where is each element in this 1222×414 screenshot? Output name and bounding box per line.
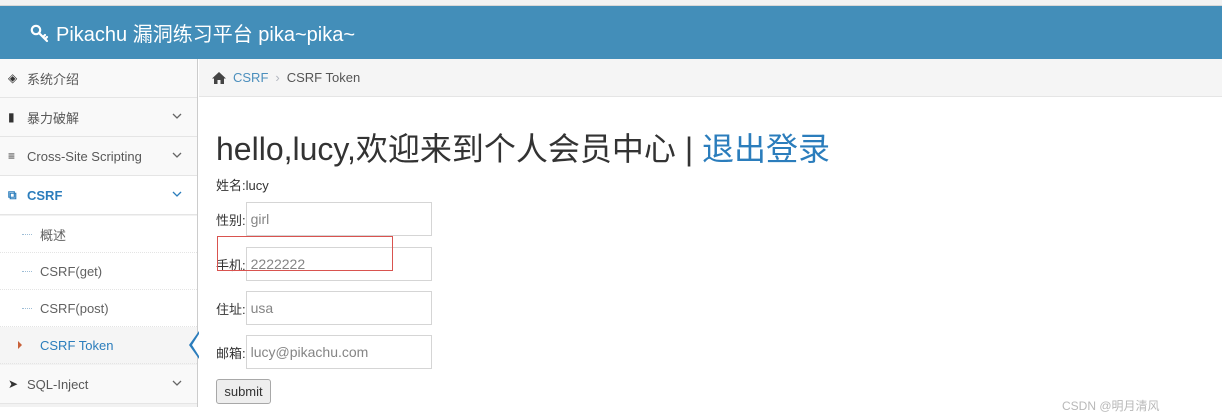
logout-link[interactable]: 退出登录 bbox=[702, 131, 830, 167]
sidebar-item-label: 暴力破解 bbox=[27, 110, 80, 126]
breadcrumb: CSRF › CSRF Token bbox=[199, 59, 1222, 97]
sidebar-item-label: SQL-Inject bbox=[27, 376, 89, 392]
chevron-down-icon bbox=[172, 113, 182, 119]
sidebar-subitem-csrf-get[interactable]: CSRF(get) bbox=[0, 253, 197, 290]
caret-right-icon bbox=[18, 341, 22, 349]
email-row: 邮箱: lucy@pikachu.com bbox=[216, 335, 432, 369]
sidebar-item-intro[interactable]: ◈ 系统介绍 bbox=[0, 59, 197, 98]
gender-field[interactable]: girl bbox=[245, 202, 432, 236]
submit-button[interactable]: submit bbox=[216, 379, 271, 404]
page-title: hello,lucy,欢迎来到个人会员中心 | 退出登录 bbox=[216, 124, 830, 170]
sidebar-item-bruteforce[interactable]: ▮ 暴力破解 bbox=[0, 98, 197, 137]
address-row: 住址: usa bbox=[216, 291, 432, 325]
chevron-down-icon bbox=[172, 191, 182, 197]
tree-connector bbox=[22, 234, 32, 235]
name-display: 姓名:lucy bbox=[216, 178, 269, 193]
breadcrumb-separator: › bbox=[275, 70, 280, 85]
sidebar-subitem-overview[interactable]: 概述 bbox=[0, 216, 197, 253]
email-field[interactable]: lucy@pikachu.com bbox=[245, 335, 432, 369]
address-label: 住址: bbox=[216, 301, 246, 317]
key-icon bbox=[30, 24, 49, 42]
share-icon: ⧉ bbox=[8, 187, 17, 202]
sidebar-subitem-csrf-post[interactable]: CSRF(post) bbox=[0, 290, 197, 327]
gender-row: 性别: girl bbox=[216, 202, 432, 236]
address-field[interactable]: usa bbox=[245, 291, 432, 325]
sidebar: ◈ 系统介绍 ▮ 暴力破解 ≡ Cross-Site Scripting ⧉ C… bbox=[0, 59, 198, 407]
tag-icon: ◈ bbox=[8, 71, 18, 85]
breadcrumb-link-csrf[interactable]: CSRF bbox=[233, 70, 268, 85]
lock-icon: ▮ bbox=[8, 110, 15, 124]
email-label: 邮箱: bbox=[216, 345, 246, 361]
tree-connector bbox=[22, 308, 32, 309]
breadcrumb-current: CSRF Token bbox=[286, 70, 361, 85]
brand-title: Pikachu 漏洞练习平台 pika~pika~ bbox=[56, 24, 356, 46]
brand[interactable]: Pikachu 漏洞练习平台 pika~pika~ bbox=[30, 18, 355, 47]
sidebar-subitem-csrf-token[interactable]: CSRF Token bbox=[0, 327, 197, 364]
gender-label: 性别: bbox=[216, 212, 246, 228]
tree-connector bbox=[22, 271, 32, 272]
sidebar-item-label: Cross-Site Scripting bbox=[27, 148, 142, 164]
sidebar-item-label: 系统介绍 bbox=[27, 71, 80, 87]
list-icon: ≡ bbox=[8, 149, 16, 163]
chevron-down-icon bbox=[172, 380, 182, 386]
sidebar-item-xss[interactable]: ≡ Cross-Site Scripting bbox=[0, 137, 197, 176]
sidebar-item-csrf[interactable]: ⧉ CSRF bbox=[0, 176, 197, 215]
subitem-label: CSRF Token bbox=[40, 337, 114, 353]
home-icon[interactable] bbox=[211, 71, 227, 85]
subitem-label: 概述 bbox=[40, 227, 67, 243]
watermark: CSDN @明月清风 bbox=[1062, 399, 1160, 413]
top-navbar: Pikachu 漏洞练习平台 pika~pika~ bbox=[0, 6, 1222, 59]
sidebar-item-sqli[interactable]: ➤ SQL-Inject bbox=[0, 365, 197, 404]
sidebar-item-label: CSRF bbox=[27, 187, 63, 203]
highlight-box bbox=[217, 236, 393, 271]
plane-icon: ➤ bbox=[8, 377, 19, 391]
title-divider: | bbox=[684, 131, 694, 167]
active-indicator-icon bbox=[189, 331, 199, 359]
chevron-down-icon bbox=[172, 152, 182, 158]
subitem-label: CSRF(post) bbox=[40, 300, 109, 316]
subitem-label: CSRF(get) bbox=[40, 263, 103, 279]
greeting-text: hello,lucy,欢迎来到个人会员中心 bbox=[216, 131, 676, 167]
